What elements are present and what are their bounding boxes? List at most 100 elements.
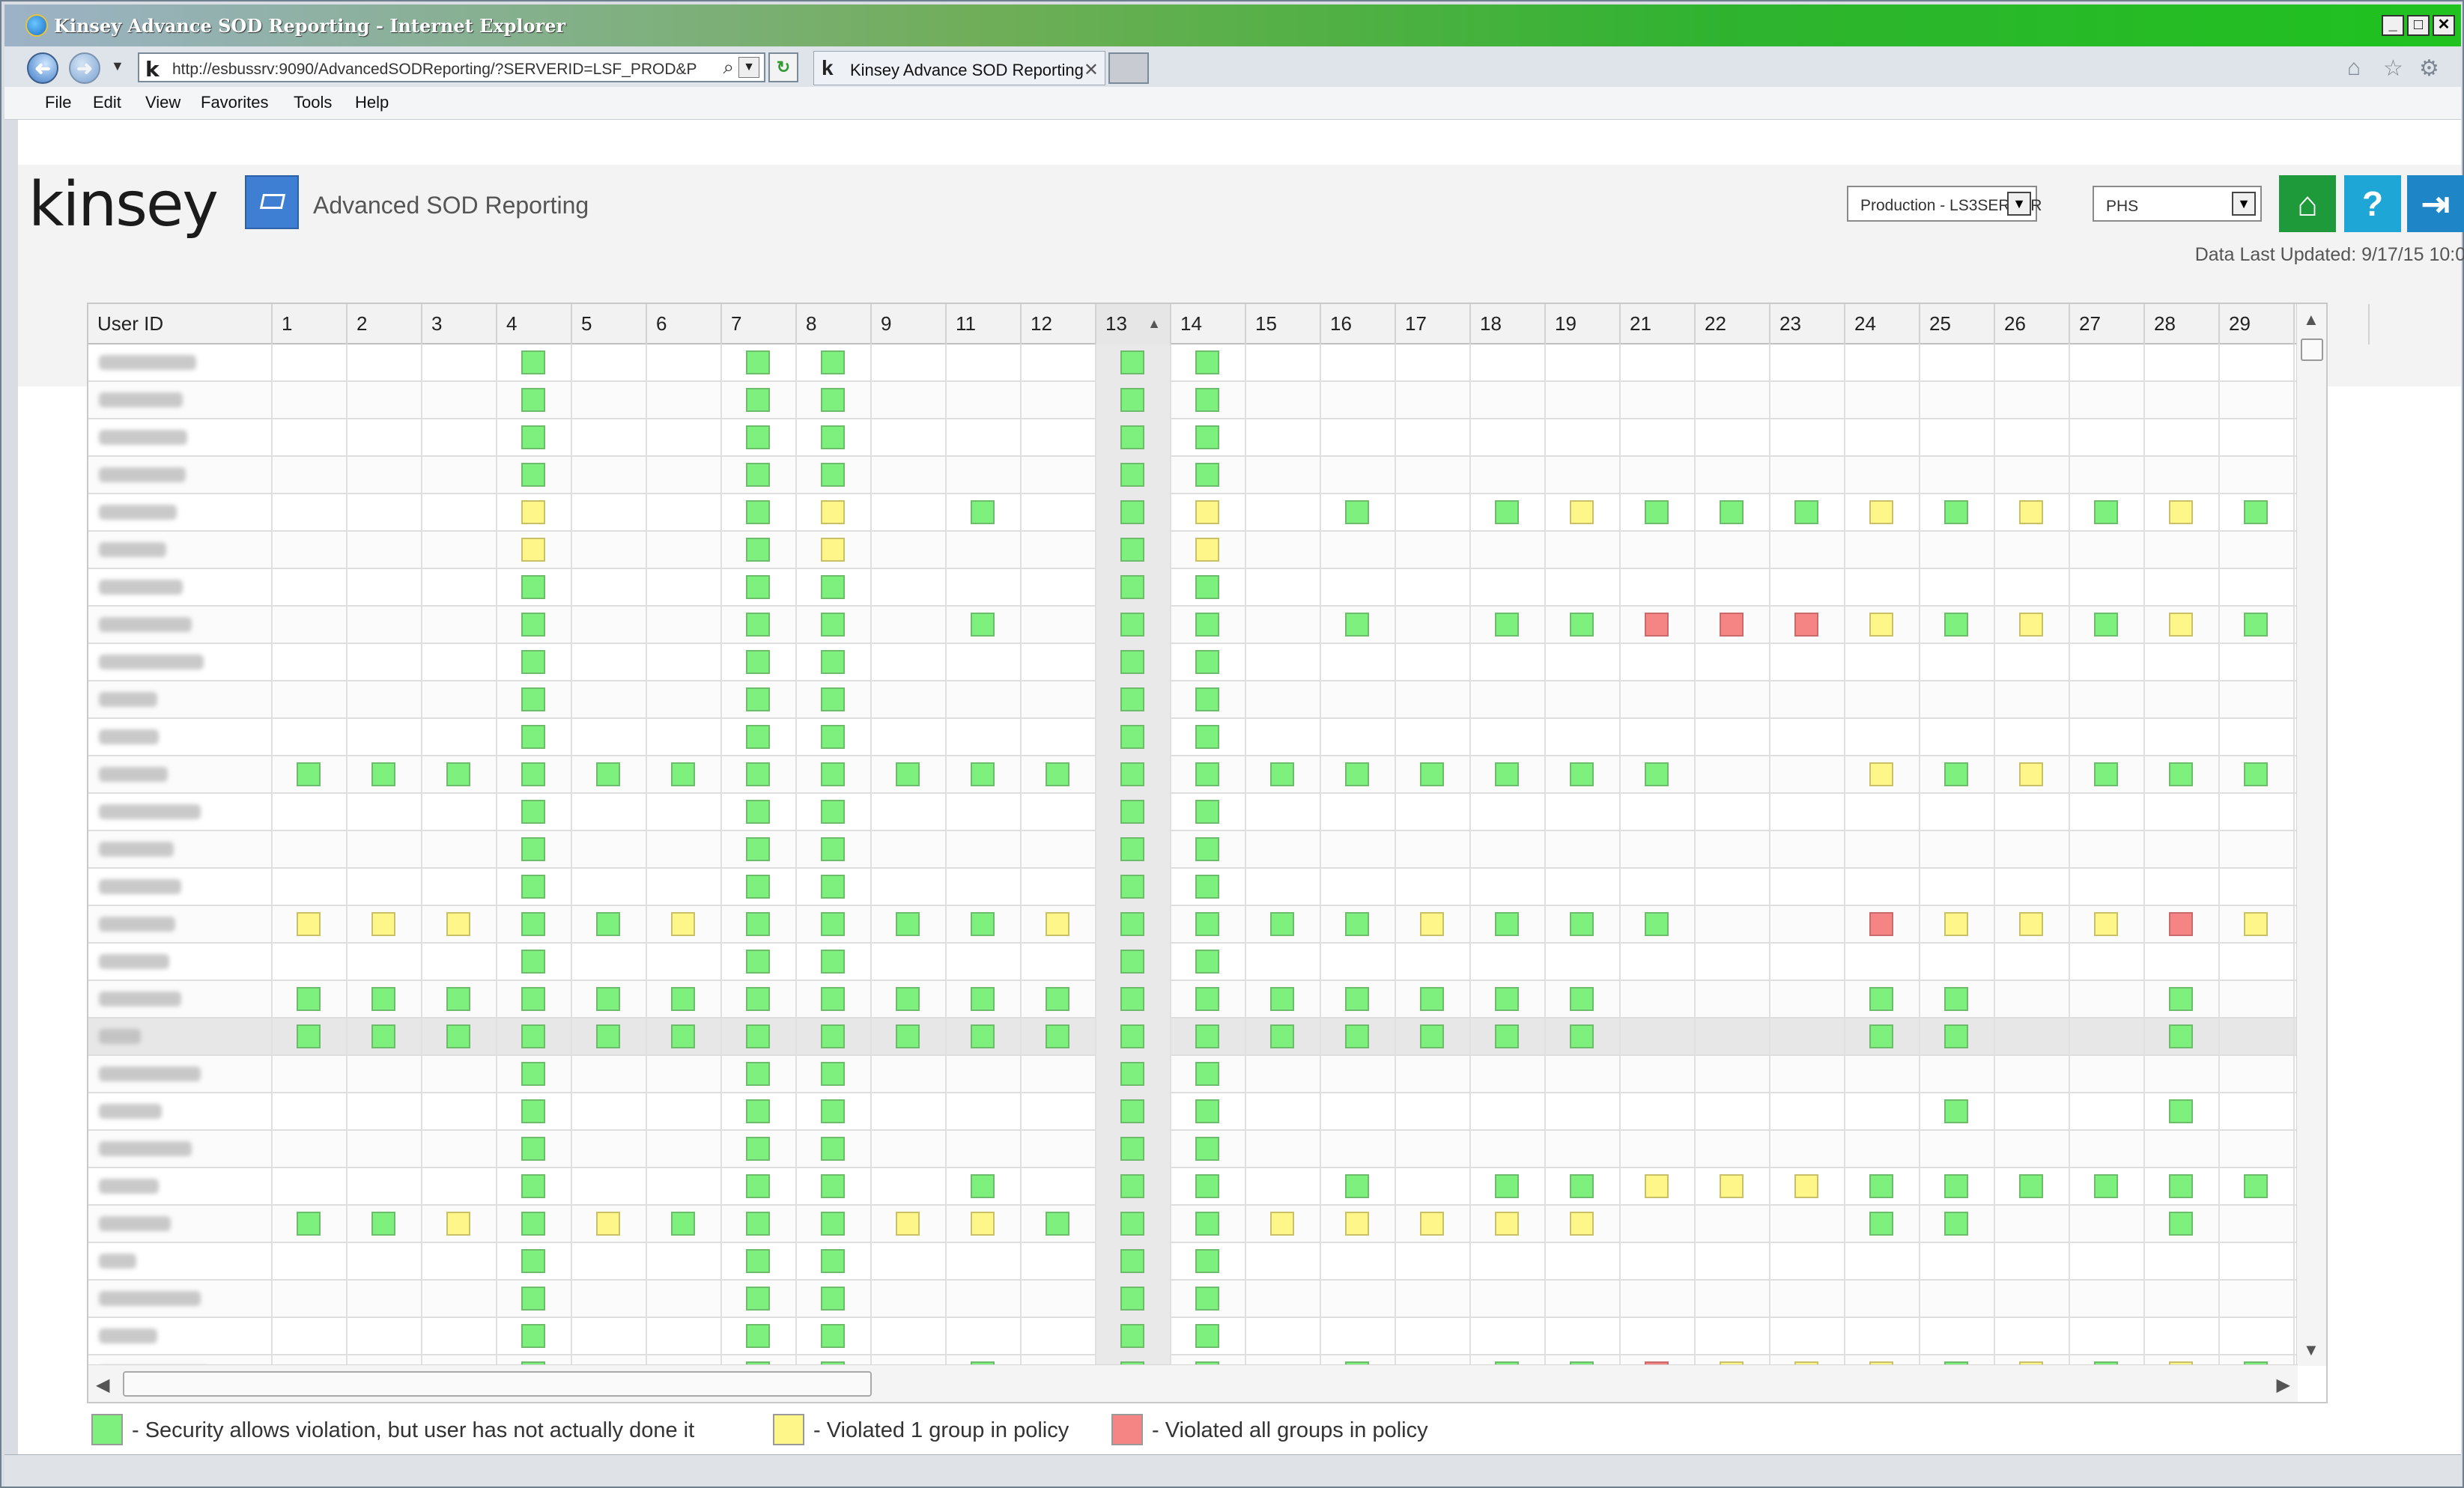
status-green-square[interactable] <box>896 912 920 936</box>
status-green-square[interactable] <box>821 1249 845 1273</box>
grid-cell[interactable] <box>722 644 797 681</box>
grid-cell[interactable] <box>1022 906 1096 944</box>
grid-cell[interactable] <box>1171 831 1246 869</box>
status-yellow-square[interactable] <box>2019 500 2043 524</box>
column-header-22[interactable]: 22 <box>1696 304 1770 344</box>
grid-cell[interactable] <box>497 532 572 569</box>
grid-cell[interactable] <box>872 1018 947 1056</box>
column-header-16[interactable]: 16 <box>1321 304 1396 344</box>
column-header-2[interactable]: 2 <box>348 304 422 344</box>
grid-cell[interactable] <box>497 1168 572 1206</box>
grid-cell[interactable] <box>1171 532 1246 569</box>
grid-cell[interactable] <box>1022 981 1096 1018</box>
grid-cell[interactable] <box>722 494 797 532</box>
grid-cell[interactable] <box>2220 756 2295 794</box>
grid-cell[interactable] <box>2220 1168 2295 1206</box>
grid-cell[interactable] <box>348 906 422 944</box>
grid-cell[interactable] <box>422 981 497 1018</box>
status-green-square[interactable] <box>1195 800 1219 824</box>
status-green-square[interactable] <box>1120 950 1144 974</box>
grid-cell[interactable] <box>273 1018 348 1056</box>
table-row[interactable] <box>88 1243 2298 1281</box>
grid-cell[interactable] <box>722 756 797 794</box>
status-green-square[interactable] <box>1120 1137 1144 1161</box>
grid-cell[interactable] <box>1171 869 1246 906</box>
status-green-square[interactable] <box>1120 613 1144 637</box>
environment-select[interactable]: Production - LS3SERVER ▼ <box>1847 186 2042 222</box>
status-green-square[interactable] <box>1120 1324 1144 1348</box>
status-green-square[interactable] <box>1345 1024 1369 1048</box>
status-green-square[interactable] <box>521 912 545 936</box>
status-green-square[interactable] <box>1120 388 1144 412</box>
grid-cell[interactable] <box>2145 494 2220 532</box>
status-green-square[interactable] <box>1345 762 1369 786</box>
status-green-square[interactable] <box>1944 1174 1968 1198</box>
status-green-square[interactable] <box>1944 500 1968 524</box>
column-header-user-id[interactable]: User ID <box>88 304 273 344</box>
column-header-29[interactable]: 29 <box>2220 304 2295 344</box>
status-green-square[interactable] <box>521 725 545 749</box>
grid-cell[interactable] <box>422 906 497 944</box>
status-green-square[interactable] <box>596 987 620 1011</box>
status-green-square[interactable] <box>521 575 545 599</box>
grid-cell[interactable] <box>1696 494 1770 532</box>
table-row[interactable] <box>88 1018 2298 1056</box>
status-green-square[interactable] <box>521 987 545 1011</box>
grid-cell[interactable] <box>797 681 872 719</box>
status-green-square[interactable] <box>521 687 545 711</box>
grid-cell[interactable] <box>348 1018 422 1056</box>
status-green-square[interactable] <box>521 1099 545 1123</box>
grid-cell[interactable] <box>1396 756 1471 794</box>
status-green-square[interactable] <box>1120 1062 1144 1086</box>
status-green-square[interactable] <box>1645 500 1669 524</box>
grid-cell[interactable] <box>1770 1168 1845 1206</box>
grid-cell[interactable] <box>1621 906 1696 944</box>
grid-cell[interactable] <box>2145 1093 2220 1131</box>
status-green-square[interactable] <box>1195 1249 1219 1273</box>
grid-cell[interactable] <box>797 644 872 681</box>
grid-cell[interactable] <box>1396 906 1471 944</box>
status-green-square[interactable] <box>521 800 545 824</box>
column-header-28[interactable]: 28 <box>2145 304 2220 344</box>
status-yellow-square[interactable] <box>2094 912 2118 936</box>
status-green-square[interactable] <box>1120 800 1144 824</box>
grid-cell[interactable] <box>947 1168 1022 1206</box>
column-header-14[interactable]: 14 <box>1171 304 1246 344</box>
grid-cell[interactable] <box>1321 1168 1396 1206</box>
status-green-square[interactable] <box>1869 1212 1893 1236</box>
status-green-square[interactable] <box>746 463 770 487</box>
grid-cell[interactable] <box>1845 981 1920 1018</box>
status-green-square[interactable] <box>1495 613 1519 637</box>
status-green-square[interactable] <box>1195 575 1219 599</box>
status-green-square[interactable] <box>1794 500 1818 524</box>
status-green-square[interactable] <box>671 987 695 1011</box>
company-select[interactable]: PHS ▼ <box>2093 186 2262 222</box>
status-green-square[interactable] <box>1046 1024 1069 1048</box>
grid-cell[interactable] <box>1096 756 1171 794</box>
grid-cell[interactable] <box>1171 1243 1246 1281</box>
status-green-square[interactable] <box>521 762 545 786</box>
status-green-square[interactable] <box>1120 875 1144 899</box>
status-green-square[interactable] <box>746 950 770 974</box>
grid-cell[interactable] <box>797 494 872 532</box>
grid-cell[interactable] <box>797 756 872 794</box>
grid-cell[interactable] <box>1696 1168 1770 1206</box>
grid-cell[interactable] <box>1321 906 1396 944</box>
status-green-square[interactable] <box>2244 1174 2268 1198</box>
grid-cell[interactable] <box>1471 981 1546 1018</box>
grid-cell[interactable] <box>1096 1318 1171 1355</box>
status-green-square[interactable] <box>1495 762 1519 786</box>
grid-cell[interactable] <box>722 607 797 644</box>
status-green-square[interactable] <box>596 1024 620 1048</box>
grid-cell[interactable] <box>647 756 722 794</box>
grid-cell[interactable] <box>1770 494 1845 532</box>
status-green-square[interactable] <box>746 875 770 899</box>
grid-cell[interactable] <box>722 1318 797 1355</box>
status-green-square[interactable] <box>821 1287 845 1311</box>
grid-cell[interactable] <box>1546 494 1621 532</box>
status-green-square[interactable] <box>2169 1024 2193 1048</box>
status-yellow-square[interactable] <box>1794 1174 1818 1198</box>
status-yellow-square[interactable] <box>1420 1212 1444 1236</box>
grid-cell[interactable] <box>422 1018 497 1056</box>
status-green-square[interactable] <box>896 762 920 786</box>
